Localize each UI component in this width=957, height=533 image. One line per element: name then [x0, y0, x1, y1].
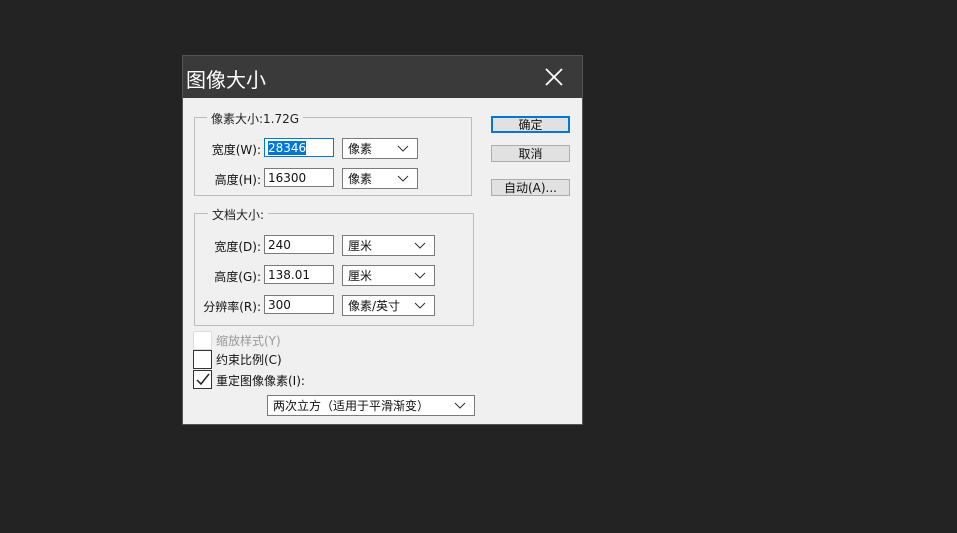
chevron-down-icon — [454, 402, 466, 409]
unit-value: 厘米 — [348, 269, 373, 283]
unit-value: 厘米 — [348, 239, 373, 253]
doc-height-label: 高度(G): — [214, 270, 261, 284]
pixel-width-input[interactable]: 28346 — [264, 138, 334, 157]
chevron-down-icon — [397, 175, 409, 182]
auto-button[interactable]: 自动(A)... — [491, 179, 570, 196]
resample-image-checkbox[interactable] — [193, 370, 212, 389]
image-size-dialog: 图像大小 像素大小:1.72G 宽度(W): 28346 像素 高度(H): 1… — [182, 55, 583, 425]
unit-value: 像素 — [348, 142, 373, 156]
pixel-height-unit-select[interactable]: 像素 — [342, 168, 418, 189]
resolution-unit-select[interactable]: 像素/英寸 — [342, 295, 435, 316]
resample-value: 两次立方（适用于平滑渐变） — [273, 399, 430, 413]
pixel-height-label: 高度(H): — [214, 173, 261, 187]
doc-width-input[interactable]: 240 — [264, 235, 334, 254]
unit-value: 像素/英寸 — [348, 299, 401, 313]
resample-method-select[interactable]: 两次立方（适用于平滑渐变） — [267, 395, 475, 416]
document-size-legend: 文档大小: — [208, 206, 269, 223]
chevron-down-icon — [397, 145, 409, 152]
ok-button[interactable]: 确定 — [491, 116, 570, 133]
dialog-title: 图像大小 — [186, 68, 266, 92]
pixel-width-unit-select[interactable]: 像素 — [342, 138, 418, 159]
chevron-down-icon — [414, 272, 426, 279]
pixel-width-label: 宽度(W): — [211, 143, 261, 157]
pixel-width-value: 28346 — [268, 141, 307, 155]
pixel-size-legend: 像素大小:1.72G — [207, 110, 304, 127]
unit-value: 像素 — [348, 172, 373, 186]
doc-height-input[interactable]: 138.01 — [264, 265, 334, 284]
resolution-input[interactable]: 300 — [264, 295, 334, 314]
checkmark-icon — [196, 373, 210, 386]
constrain-proportions-checkbox[interactable] — [193, 350, 212, 369]
doc-width-unit-select[interactable]: 厘米 — [342, 235, 435, 256]
pixel-height-input[interactable]: 16300 — [264, 168, 334, 187]
scale-styles-checkbox[interactable] — [193, 331, 212, 350]
constrain-proportions-label: 约束比例(C) — [216, 353, 282, 367]
cancel-button[interactable]: 取消 — [491, 145, 570, 162]
doc-height-unit-select[interactable]: 厘米 — [342, 265, 435, 286]
close-icon[interactable] — [544, 67, 564, 87]
scale-styles-label: 缩放样式(Y) — [216, 334, 281, 348]
doc-width-label: 宽度(D): — [214, 240, 261, 254]
chevron-down-icon — [414, 242, 426, 249]
title-bar: 图像大小 — [183, 56, 582, 98]
resample-image-label: 重定图像像素(I): — [216, 374, 305, 388]
chevron-down-icon — [414, 302, 426, 309]
resolution-label: 分辨率(R): — [203, 300, 261, 314]
